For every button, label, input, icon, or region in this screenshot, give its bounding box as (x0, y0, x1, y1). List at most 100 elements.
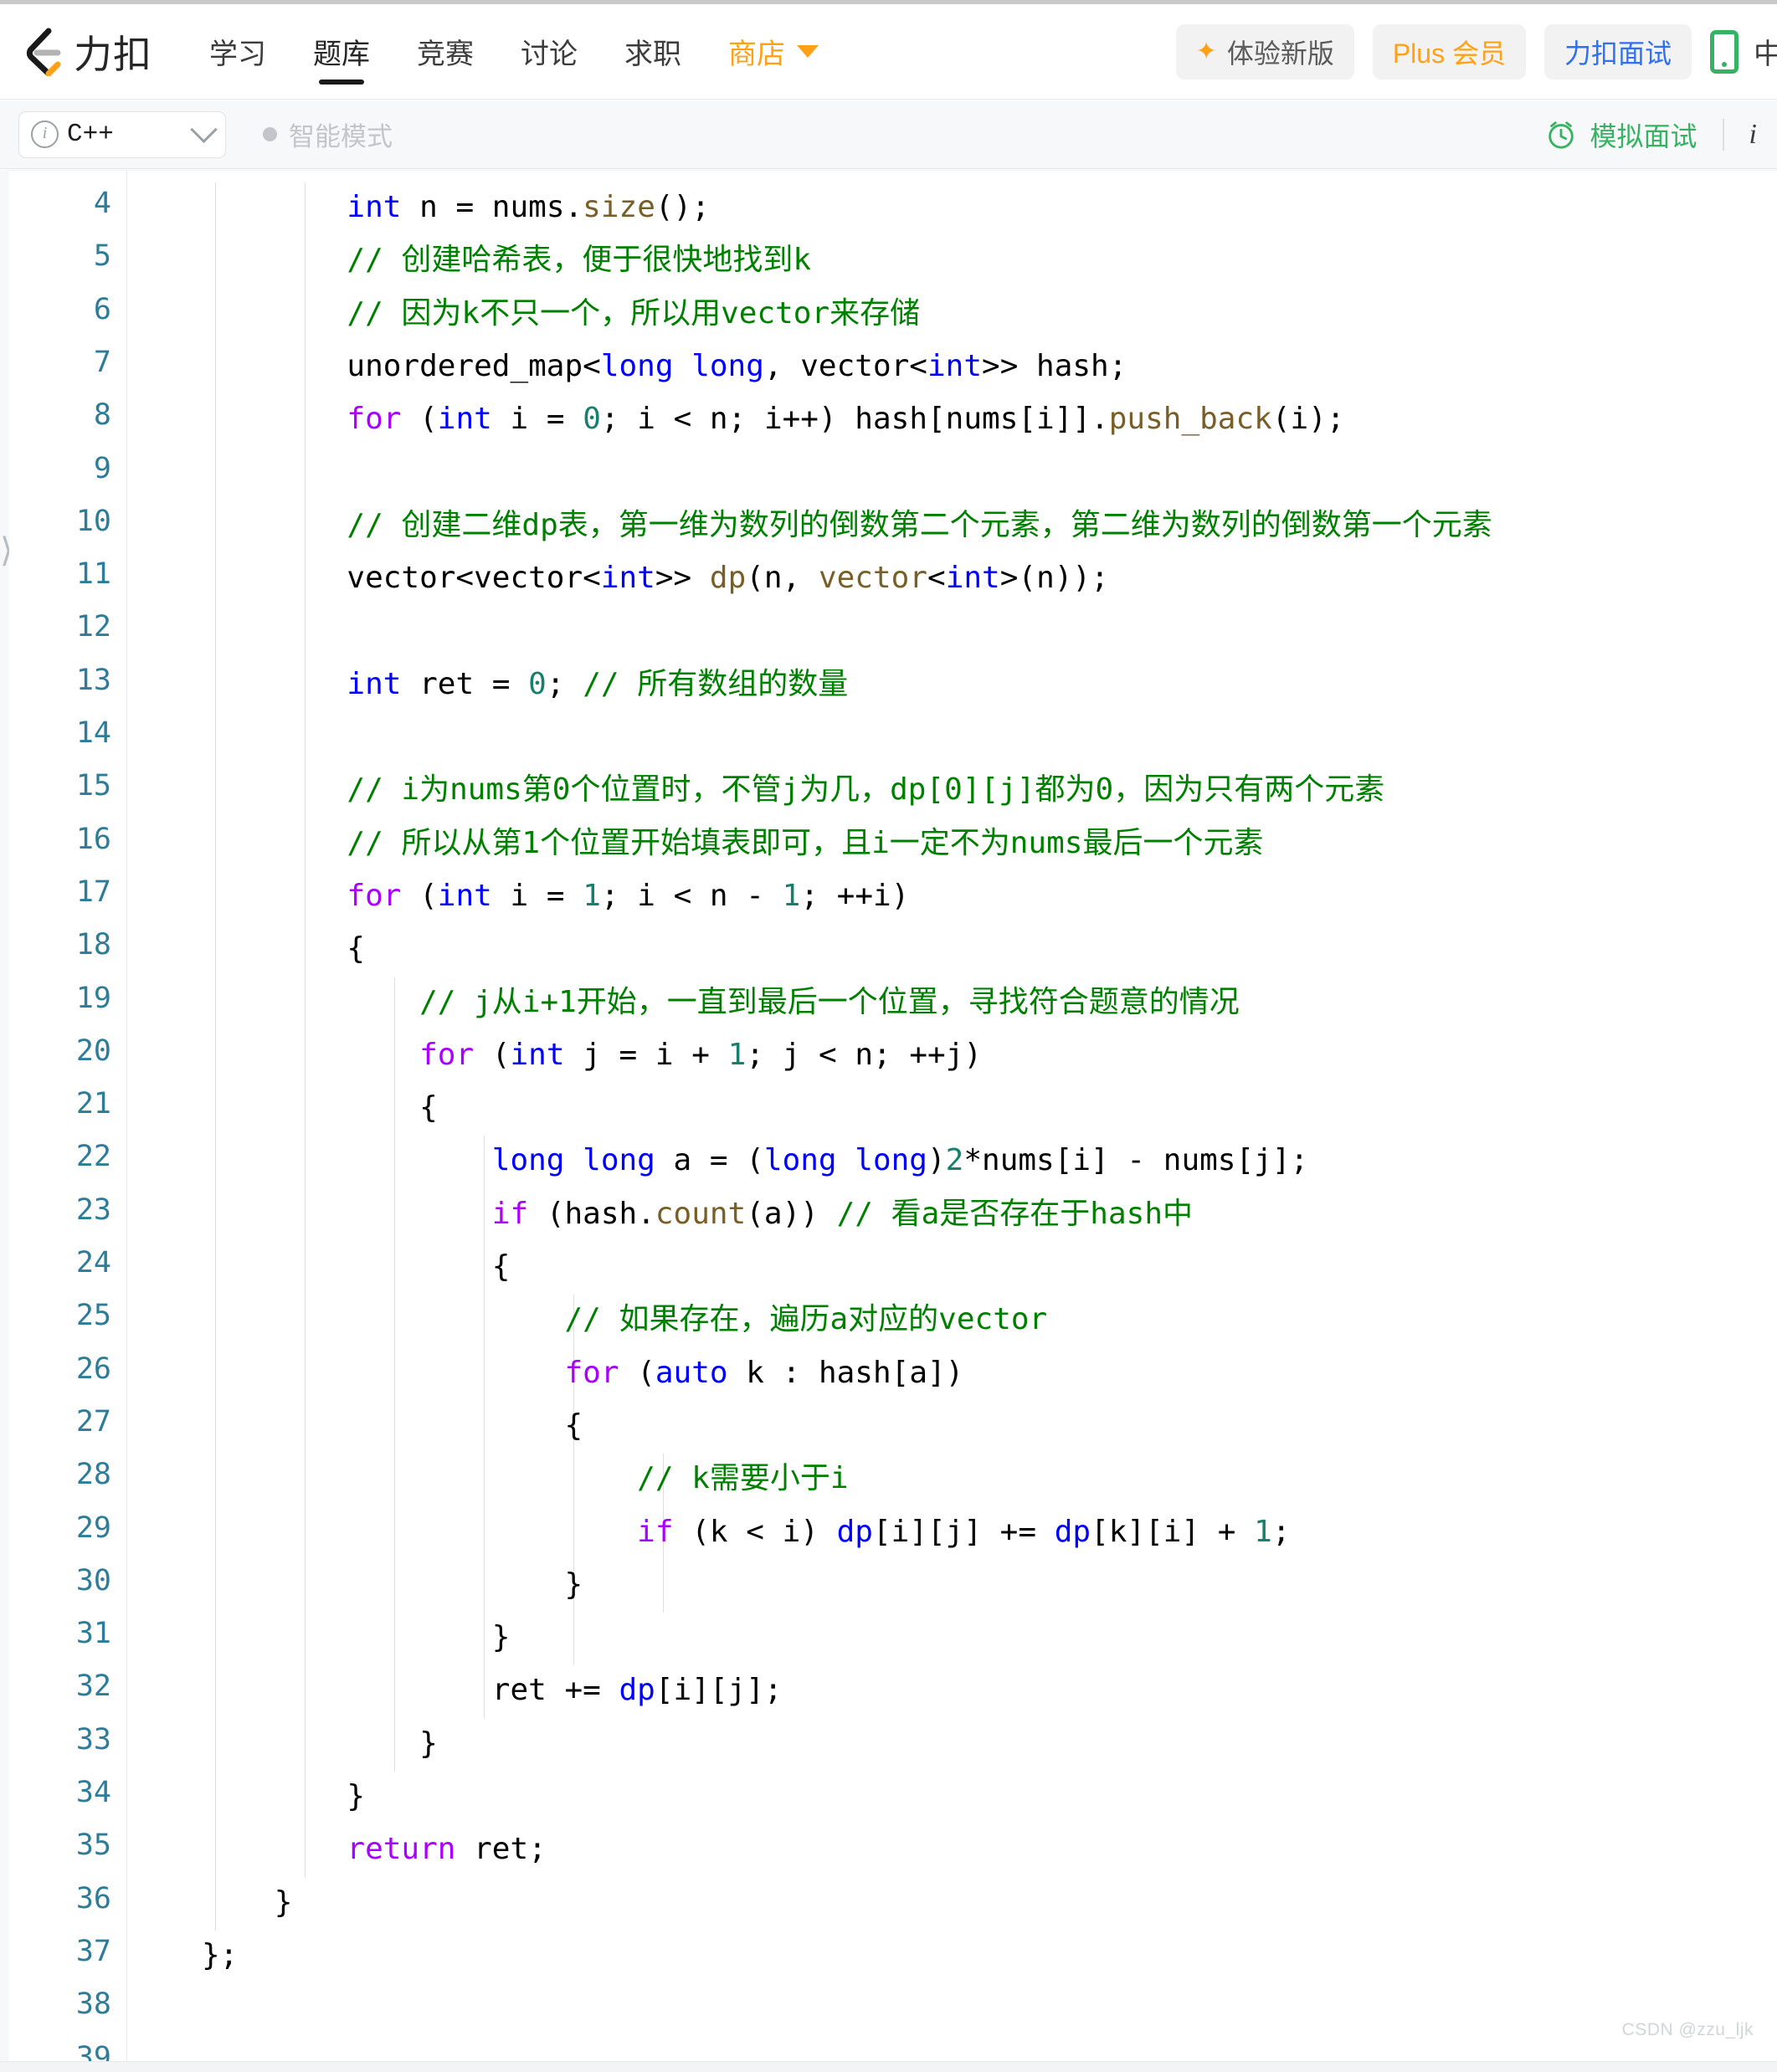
code-line[interactable]: if (hash.count(a)) // 看a是否存在于hash中 (202, 1196, 1194, 1231)
code-line[interactable]: return ret; (202, 1832, 546, 1867)
code-line[interactable]: // 如果存在，遍历a对应的vector (202, 1305, 1047, 1335)
code-token: // 看a是否存在于hash中 (836, 1196, 1194, 1231)
code-token: [k][i] + (1091, 1514, 1255, 1549)
line-number: 25 (75, 1299, 111, 1333)
nav-item-store[interactable]: 商店 (705, 4, 842, 100)
nav-item-study[interactable]: 学习 (186, 4, 290, 100)
code-token: } (202, 1620, 511, 1655)
code-content[interactable]: int n = nums.size(); // 创建哈希表，便于很快地找到k /… (126, 171, 1777, 2062)
code-line[interactable]: for (int i = 0; i < n; i++) hash[nums[i]… (202, 402, 1344, 437)
code-token: ; i < n; i++) hash[nums[i]]. (600, 402, 1109, 437)
line-number: 27 (75, 1404, 111, 1439)
code-line[interactable]: } (202, 1567, 583, 1602)
nav-item-jobs[interactable]: 求职 (601, 4, 705, 100)
code-token: ; ++i) (800, 878, 910, 913)
code-token: 1 (782, 878, 801, 913)
leetcode-interview-button[interactable]: 力扣面试 (1543, 23, 1692, 79)
line-number: 32 (75, 1669, 111, 1704)
code-token: >> (655, 561, 710, 596)
mobile-app-icon[interactable] (1710, 29, 1738, 74)
code-token: int (437, 878, 492, 913)
mock-interview-label: 模拟面试 (1590, 121, 1697, 151)
language-toggle[interactable]: 中 (1754, 31, 1777, 72)
language-select[interactable]: i C++ (18, 110, 226, 158)
code-line[interactable]: // k需要小于i (202, 1461, 848, 1495)
code-line[interactable]: // 创建二维dp表，第一维为数列的倒数第二个元素，第二维为数列的倒数第一个元素 (202, 510, 1492, 541)
code-token: i = (491, 878, 583, 913)
code-line[interactable]: // 创建哈希表，便于很快地找到k (202, 245, 811, 275)
code-token: ret = (401, 666, 529, 701)
code-line[interactable]: } (202, 1620, 511, 1655)
plus-member-button[interactable]: Plus 会员 (1372, 23, 1526, 79)
code-line[interactable]: } (202, 1782, 365, 1812)
code-line[interactable]: for (int i = 1; i < n - 1; ++i) (202, 878, 910, 913)
code-line[interactable]: int ret = 0; // 所有数组的数量 (202, 669, 848, 700)
code-token: { (202, 1090, 438, 1126)
header-actions: ✦ 体验新版 Plus 会员 力扣面试 中 (1175, 4, 1777, 100)
code-token: 2 (945, 1143, 964, 1178)
nav-item-discuss[interactable]: 讨论 (497, 4, 601, 100)
line-number: 36 (75, 1881, 111, 1916)
window-bottom-strip (0, 2061, 1777, 2072)
code-token: { (202, 931, 366, 967)
code-token: dp (619, 1673, 655, 1708)
mock-interview-button[interactable]: 模拟面试 (1545, 115, 1697, 154)
line-number: 30 (75, 1563, 111, 1598)
code-line[interactable]: { (202, 1093, 438, 1123)
info-button[interactable]: i (1749, 119, 1762, 151)
code-line[interactable]: // 所以从第1个位置开始填表即可，且i一定不为nums最后一个元素 (202, 828, 1263, 859)
code-editor[interactable]: ⟩ 4 5 6 7 8 9 10 11 12 13 14 15 16 17 18 19 20 21 22 23 24 25… (0, 170, 1777, 2062)
nav-item-contest[interactable]: 竞赛 (393, 4, 497, 100)
code-token: } (202, 1885, 293, 1920)
code-line[interactable]: // 因为k不只一个，所以用vector来存储 (202, 296, 920, 331)
code-line[interactable]: for (int j = i + 1; j < n; ++j) (202, 1037, 982, 1072)
try-new-version-button[interactable]: ✦ 体验新版 (1175, 23, 1354, 79)
code-line[interactable]: if (k < i) dp[i][j] += dp[k][i] + 1; (202, 1514, 1290, 1549)
line-number: 39 (75, 2040, 111, 2062)
code-line[interactable]: for (auto k : hash[a]) (202, 1355, 964, 1390)
code-line[interactable]: // j从i+1开始，一直到最后一个位置，寻找符合题意的情况 (202, 987, 1240, 1018)
code-token: return (347, 1832, 456, 1867)
code-line[interactable]: } (202, 1885, 293, 1920)
try-new-version-label: 体验新版 (1226, 38, 1334, 69)
code-surface[interactable]: 4 5 6 7 8 9 10 11 12 13 14 15 16 17 18 19 20 21 22 23 24 25 26… (9, 170, 1777, 2062)
nav-item-problems[interactable]: 题库 (290, 4, 393, 100)
code-line[interactable]: }; (202, 1940, 238, 1971)
code-token: int (347, 666, 402, 701)
code-line[interactable]: { (202, 1252, 511, 1282)
code-line[interactable]: int n = nums.size(); (202, 192, 710, 223)
code-line[interactable]: } (202, 1728, 438, 1759)
code-line[interactable]: ret += dp[i][j]; (202, 1675, 783, 1705)
editor-toolbar: i C++ 智能模式 模拟面试 i (0, 100, 1777, 169)
line-number: 19 (75, 981, 111, 1015)
leetcode-logo[interactable]: 力扣 (23, 23, 152, 81)
plus-member-label: Plus 会员 (1392, 38, 1506, 69)
code-token: k : hash[a]) (727, 1355, 964, 1390)
nav-label: 竞赛 (417, 38, 474, 70)
code-token: ( (474, 1037, 511, 1072)
code-line[interactable]: vector<vector<int>> dp(n, vector<int>(n)… (202, 561, 1108, 596)
code-line[interactable]: long long a = (long long)2*nums[i] - num… (202, 1146, 1308, 1176)
code-token: } (202, 1567, 583, 1602)
code-token: for (347, 402, 402, 437)
code-token: ( (401, 878, 438, 913)
code-line[interactable]: { (202, 1410, 583, 1441)
code-token: i = (491, 402, 583, 437)
line-number: 31 (75, 1617, 111, 1651)
line-number: 8 (93, 398, 111, 433)
code-token: a = ( (655, 1143, 764, 1178)
line-number: 24 (75, 1246, 111, 1280)
code-token: int (945, 561, 1000, 596)
code-line[interactable]: unordered_map<long long, vector<int>> ha… (202, 351, 1127, 382)
smart-mode-toggle[interactable]: 智能模式 (263, 115, 393, 153)
code-line[interactable]: { (202, 934, 365, 964)
watermark: CSDN @zzu_ljk (1621, 2020, 1754, 2039)
code-line[interactable]: // i为nums第0个位置时，不管j为几，dp[0][j]都为0，因为只有两个… (202, 775, 1384, 805)
